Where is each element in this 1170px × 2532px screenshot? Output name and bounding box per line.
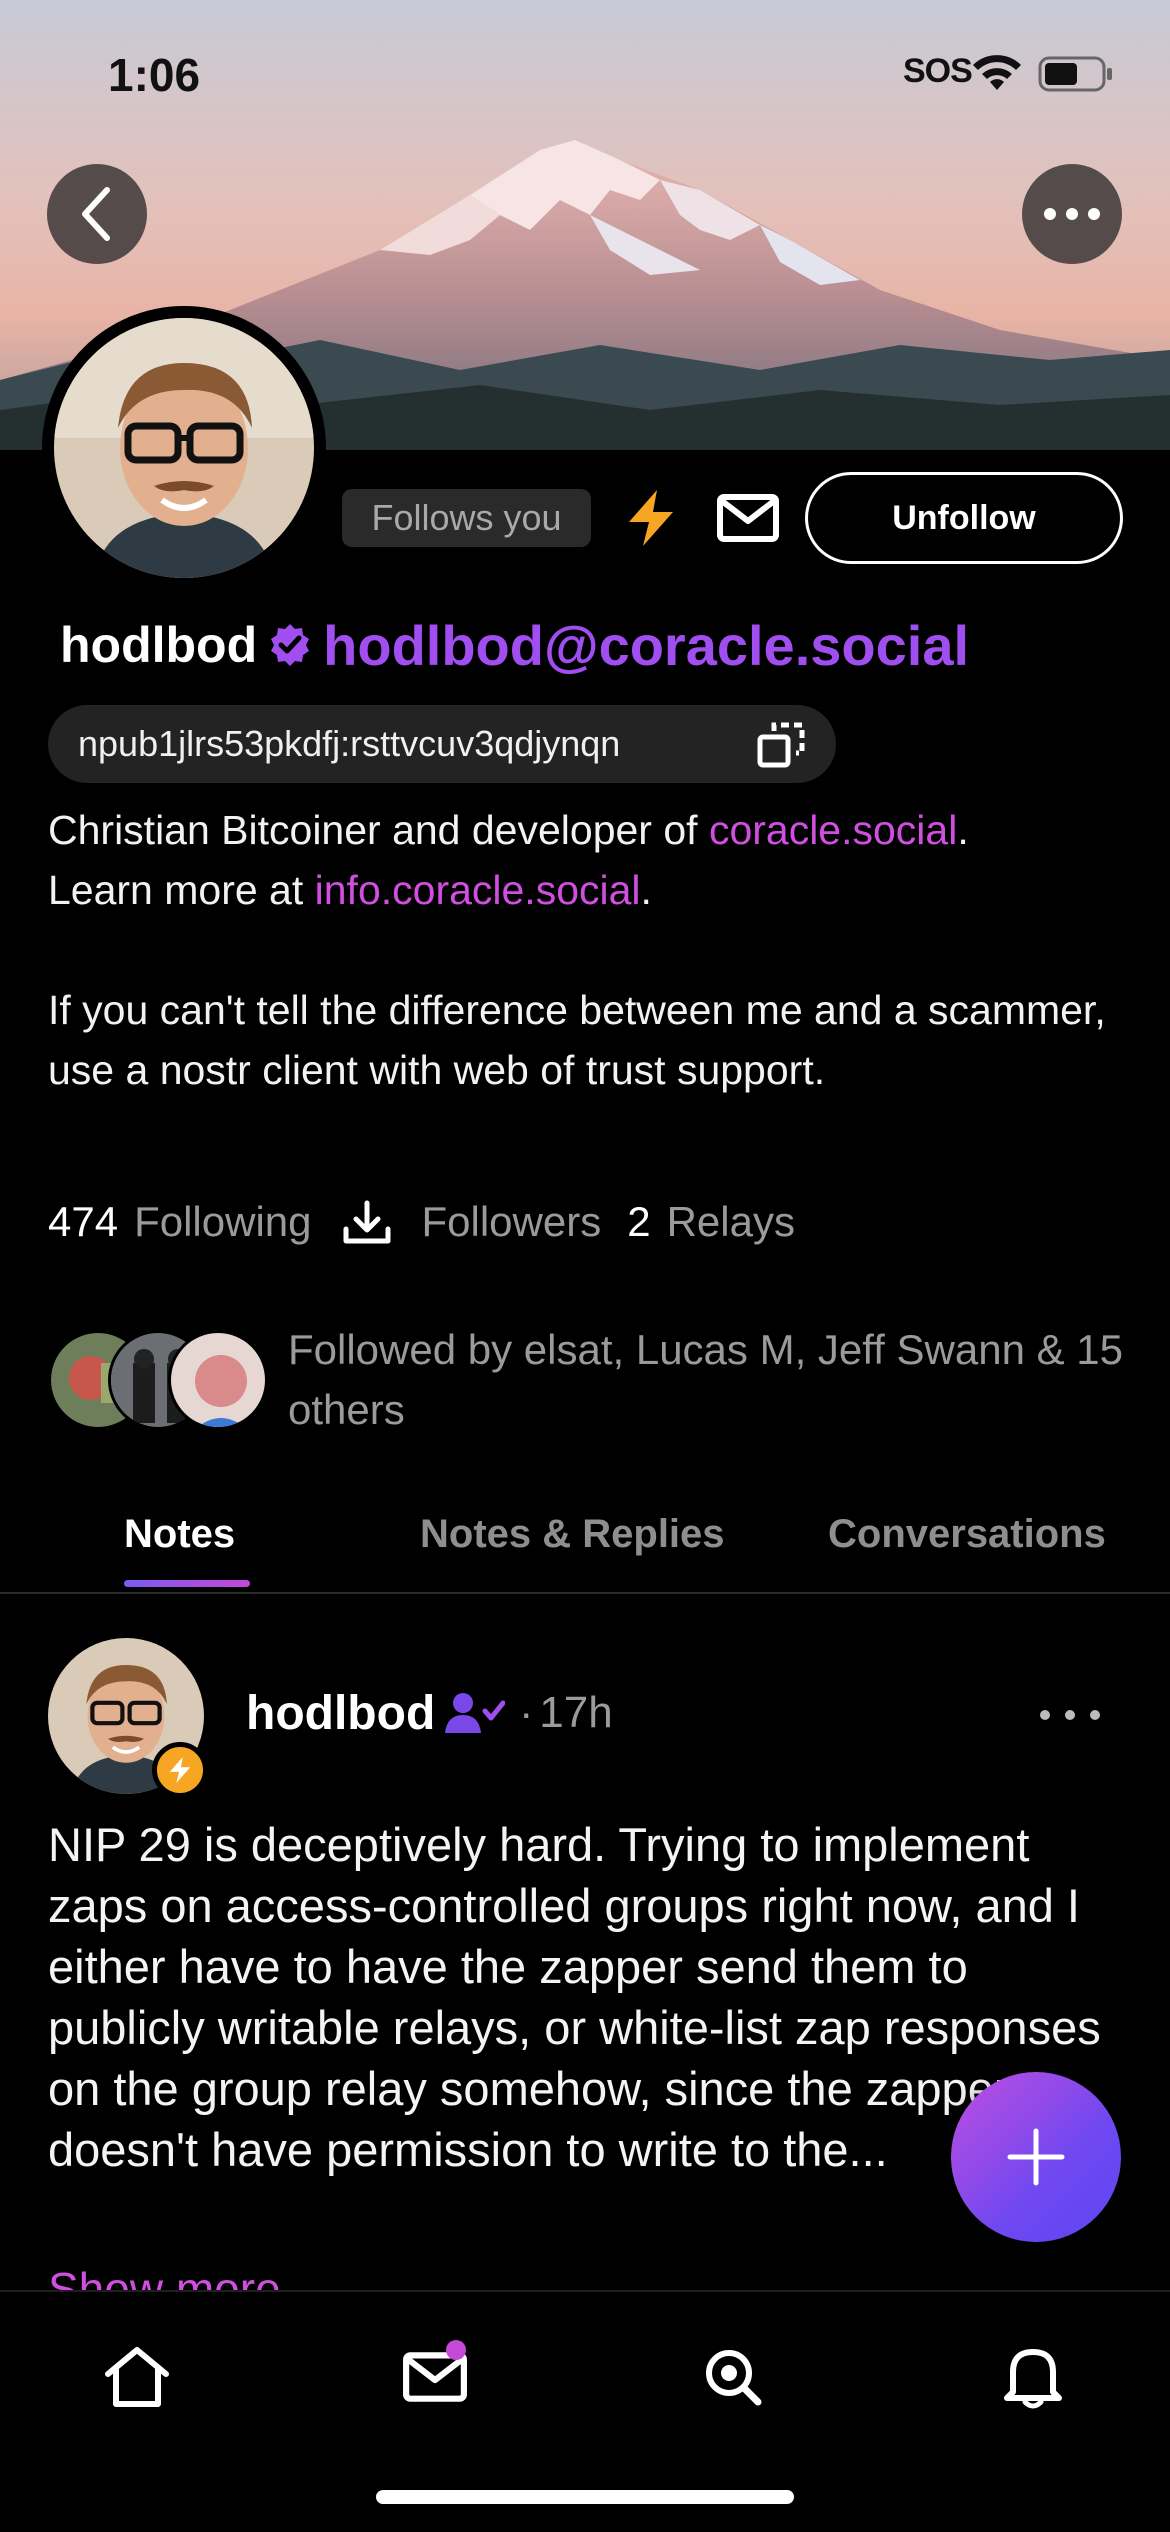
note-author-name[interactable]: hodlbod: [246, 1686, 435, 1741]
following-label[interactable]: Following: [134, 1198, 311, 1246]
search-icon: [706, 2350, 762, 2406]
avatar: [168, 1330, 268, 1430]
bio-line-2: Learn more at info.coracle.social.: [48, 860, 1128, 920]
bio-link-coracle[interactable]: coracle.social: [709, 807, 957, 853]
active-tab-indicator: [124, 1580, 250, 1587]
plus-icon: [1007, 2128, 1065, 2186]
status-sos: SOS: [903, 52, 973, 90]
zap-icon: [629, 490, 673, 546]
followed-by-avatars[interactable]: [48, 1330, 268, 1430]
display-name: hodlbod: [60, 617, 258, 673]
note-more-button[interactable]: [1040, 1700, 1100, 1730]
following-count[interactable]: 474: [48, 1198, 118, 1246]
show-more-link[interactable]: Show more: [48, 2262, 281, 2292]
profile-name-row: hodlbod hodlbod@coracle.social: [60, 612, 969, 678]
message-button[interactable]: [710, 487, 786, 549]
home-indicator: [376, 2490, 794, 2504]
npub-text: npub1jlrs53pkdfj:rsttvcuv3qdjynqn: [78, 723, 621, 764]
tab-conversations[interactable]: Conversations: [828, 1512, 1106, 1557]
battery-icon: [1038, 56, 1114, 97]
note-timestamp: 17h: [539, 1688, 613, 1737]
bio-text: Christian Bitcoiner and developer of: [48, 807, 709, 853]
profile-tabs: Notes Notes & Replies Conversations: [0, 1500, 1170, 1594]
profile-stats: 474 Following Followers 2 Relays: [48, 1190, 795, 1254]
compose-note-button[interactable]: [951, 2072, 1121, 2242]
follows-you-badge: Follows you: [342, 489, 591, 547]
nav-home[interactable]: [92, 2332, 182, 2422]
home-icon: [105, 2347, 169, 2407]
follow-check-icon: [443, 1691, 506, 1735]
nav-messages[interactable]: [390, 2332, 480, 2422]
followed-by-text[interactable]: Followed by elsat, Lucas M, Jeff Swann &…: [288, 1320, 1128, 1440]
tab-notes[interactable]: Notes: [124, 1512, 235, 1557]
bio-paragraph-2: If you can't tell the difference between…: [48, 987, 1106, 1093]
wifi-icon: [970, 52, 1024, 97]
zap-badge: [152, 1742, 208, 1798]
bio-text-end: .: [640, 867, 652, 913]
zap-icon: [169, 1757, 191, 1783]
separator-dot: ·: [519, 1689, 534, 1736]
mail-icon: [717, 494, 779, 542]
relays-label[interactable]: Relays: [667, 1198, 795, 1246]
verified-icon: [267, 622, 313, 668]
status-time: 1:06: [108, 49, 201, 101]
followers-label[interactable]: Followers: [422, 1198, 602, 1246]
back-button[interactable]: [47, 164, 147, 264]
bio-line-1: Christian Bitcoiner and developer of cor…: [48, 800, 1128, 860]
relays-count[interactable]: 2: [627, 1198, 650, 1246]
download-icon[interactable]: [342, 1199, 392, 1245]
nav-notifications[interactable]: [988, 2332, 1078, 2422]
tab-notes-replies[interactable]: Notes & Replies: [420, 1512, 725, 1557]
bio-link-info[interactable]: info.coracle.social: [315, 867, 641, 913]
bio-text-end: .: [957, 807, 969, 853]
more-options-button[interactable]: [1022, 164, 1122, 264]
profile-bio: Christian Bitcoiner and developer of cor…: [48, 800, 1128, 1100]
nip05-address[interactable]: hodlbod@coracle.social: [323, 613, 969, 678]
note-author-avatar[interactable]: [48, 1638, 208, 1798]
more-icon: [1044, 208, 1100, 220]
bell-icon: [1004, 2349, 1062, 2409]
copy-icon[interactable]: [756, 721, 806, 774]
bio-text: Learn more at: [48, 867, 315, 913]
unread-dot: [446, 2340, 466, 2360]
status-bar: 1:06 SOS: [0, 0, 1170, 140]
nav-search[interactable]: [688, 2332, 778, 2422]
npub-pill[interactable]: npub1jlrs53pkdfj:rsttvcuv3qdjynqn: [48, 705, 836, 783]
avatar-image: [54, 318, 314, 578]
zap-button[interactable]: [620, 487, 682, 549]
note-header: hodlbod · 17h: [246, 1680, 613, 1746]
profile-avatar[interactable]: [42, 306, 326, 590]
unfollow-button[interactable]: Unfollow: [805, 472, 1123, 564]
back-icon: [82, 187, 110, 241]
